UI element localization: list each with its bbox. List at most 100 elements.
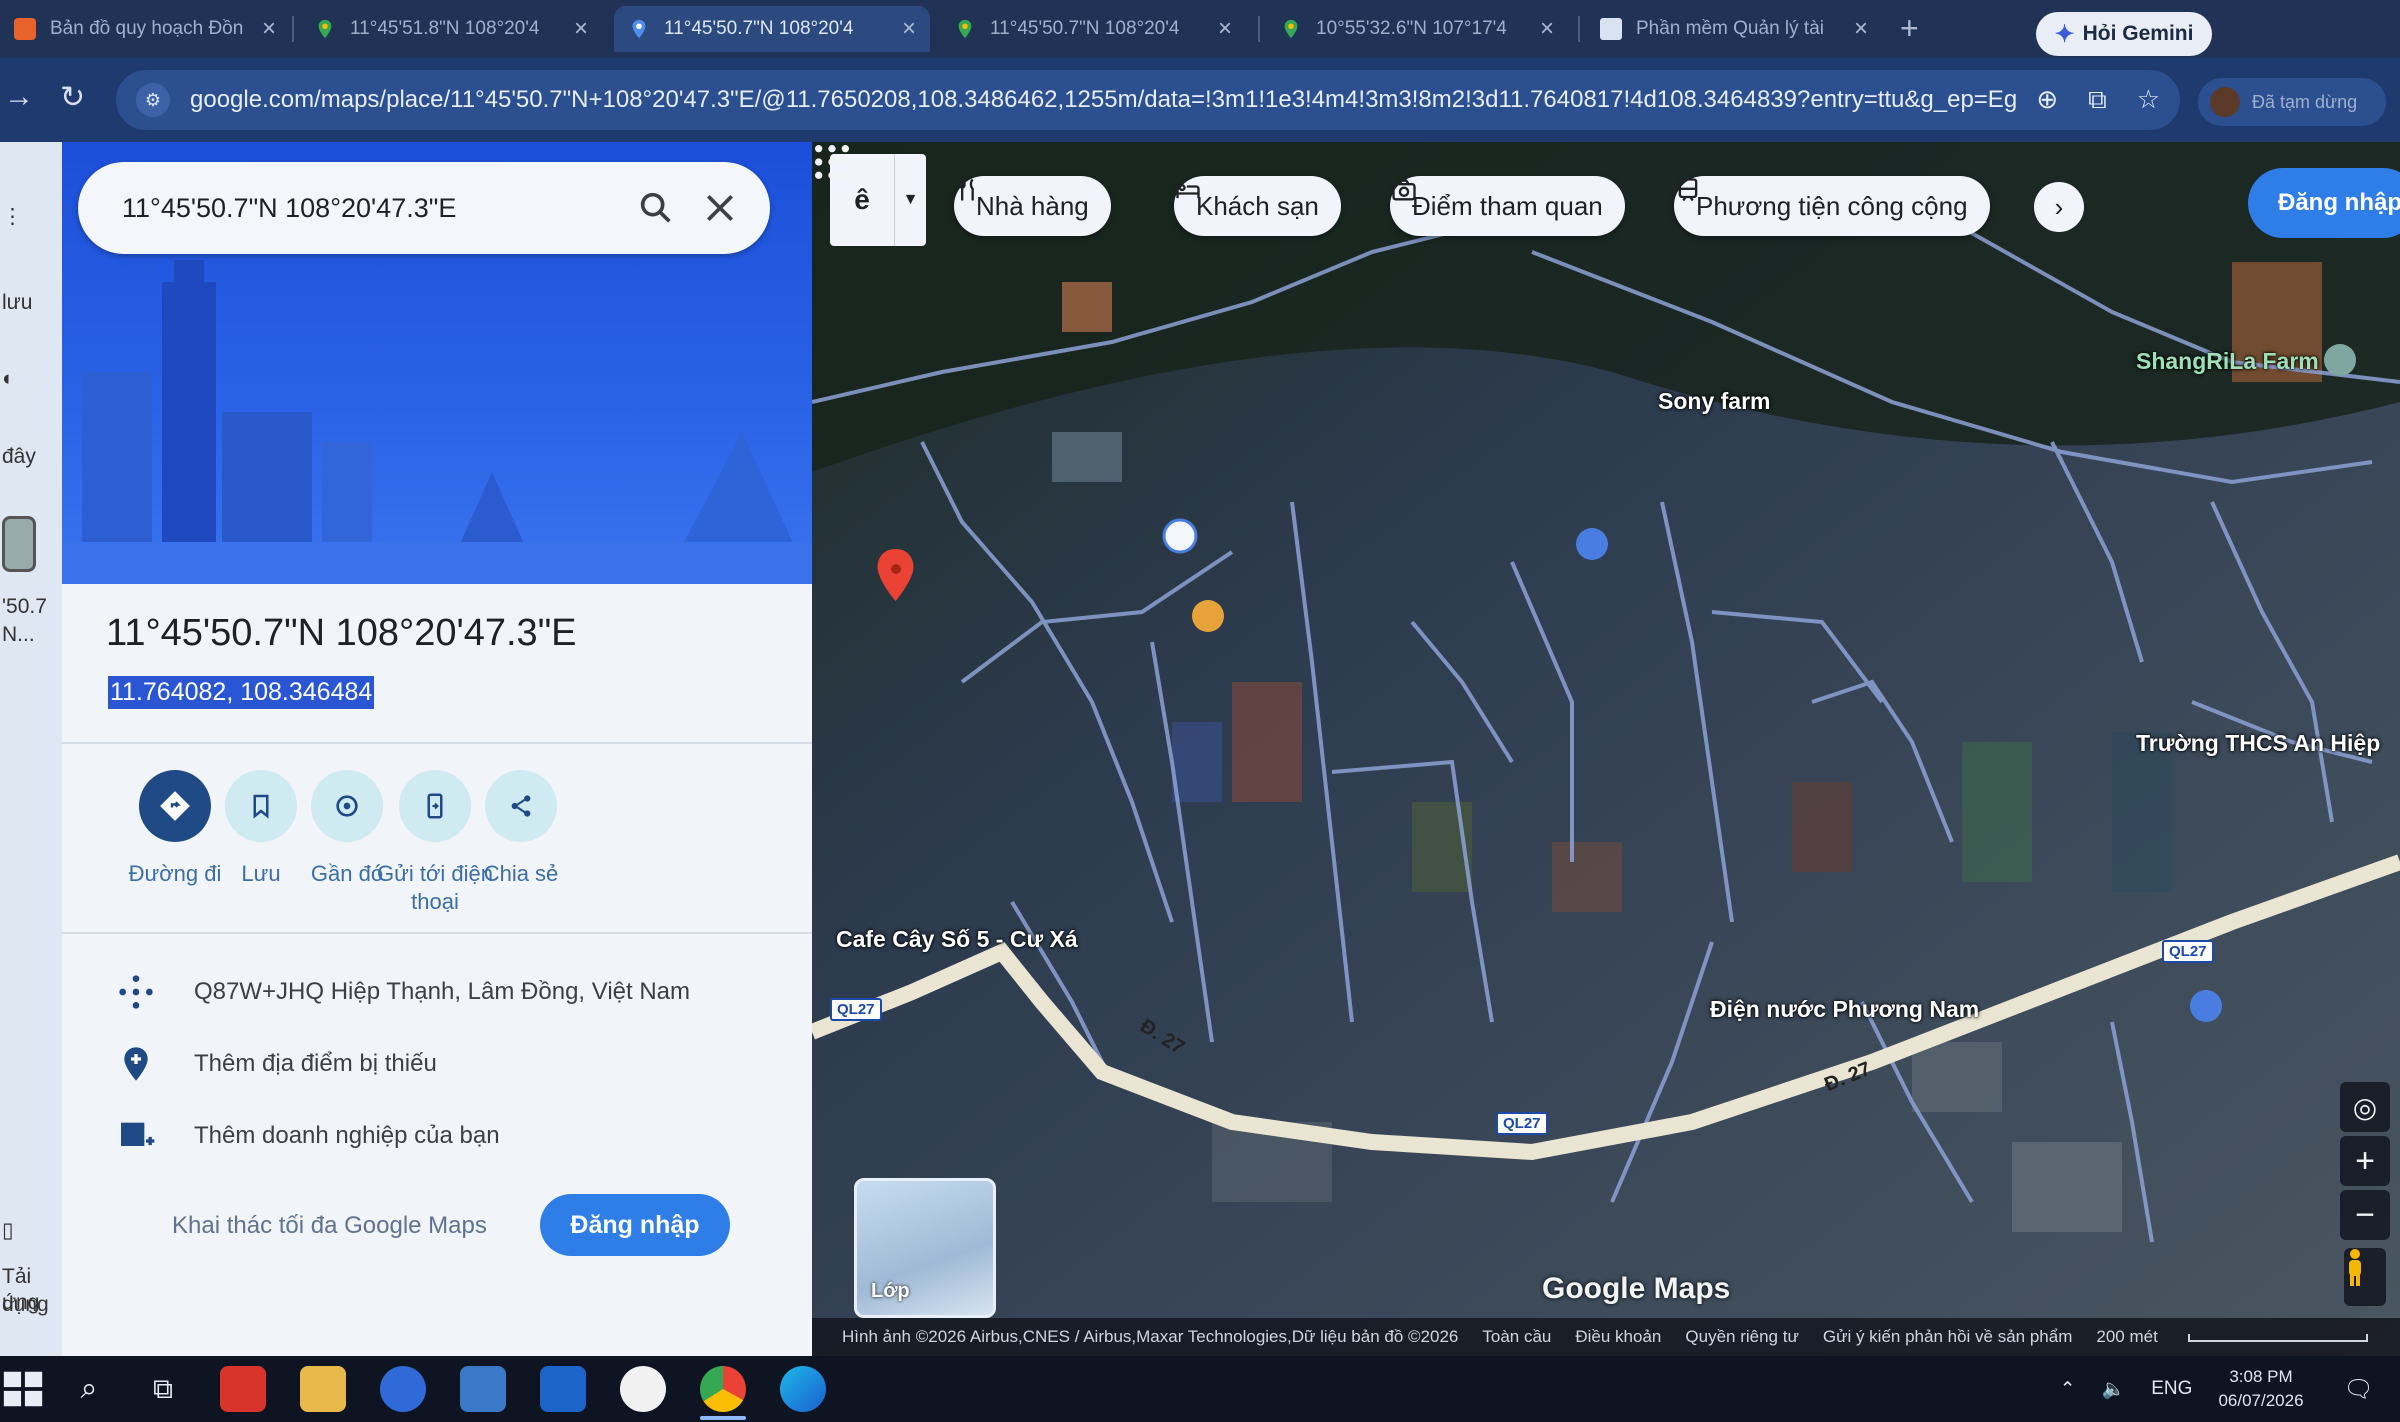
map-place-label[interactable]: Trường THCS An Hiệp	[2136, 730, 2380, 757]
browser-tab[interactable]: 10°55'32.6"N 107°17'4 ×	[1266, 6, 1568, 52]
satellite-map[interactable]: ê ▼ Nhà hàng Khách sạn Điểm tham quan Ph…	[812, 142, 2400, 1356]
chip-restaurants[interactable]: Nhà hàng	[954, 176, 1111, 236]
new-tab-button[interactable]: +	[1900, 10, 1919, 47]
browser-tab[interactable]: Phần mềm Quản lý tài ×	[1586, 6, 1882, 52]
close-icon[interactable]	[700, 188, 740, 228]
search-icon[interactable]	[636, 188, 676, 228]
google-apps-icon[interactable]	[812, 142, 852, 182]
install-app-icon[interactable]: ⧉	[2088, 84, 2107, 116]
chip-label: Khách sạn	[1196, 190, 1319, 221]
browser-tab[interactable]: Bản đồ quy hoạch Đồn ×	[0, 6, 290, 52]
chrome-icon[interactable]	[700, 1366, 746, 1412]
map-place-label[interactable]: Sony farm	[1658, 388, 1770, 415]
language-indicator[interactable]: ENG	[2151, 1378, 2192, 1400]
close-tab-icon[interactable]: ×	[892, 15, 916, 43]
mail-app-icon[interactable]	[460, 1366, 506, 1412]
rail-get-app-label-2: dụng	[2, 1293, 49, 1316]
browser-toolbar: → ↻ ⚙ google.com/maps/place/11°45'50.7"N…	[0, 58, 2400, 142]
search-icon[interactable]: ⌕	[66, 1366, 112, 1412]
outlook-icon[interactable]	[540, 1366, 586, 1412]
close-tab-icon[interactable]: ×	[1530, 15, 1554, 43]
profile-status: Đã tạm dừng	[2252, 91, 2358, 112]
close-tab-icon[interactable]: ×	[1844, 15, 1868, 43]
maps-favicon-icon	[958, 19, 972, 39]
site-settings-icon[interactable]: ⚙	[136, 83, 170, 117]
chip-transit[interactable]: Phương tiện công cộng	[1674, 176, 1990, 236]
tab-title: Phần mềm Quản lý tài	[1636, 18, 1824, 39]
add-business-icon	[121, 1122, 155, 1146]
tab-separator	[1578, 16, 1580, 42]
notification-icon[interactable]: 🗨	[2344, 1375, 2374, 1404]
map-sign-in-button[interactable]: Đăng nhập	[2248, 168, 2400, 238]
feedback-link[interactable]: Gửi ý kiến phản hồi về sản phẩm	[1823, 1327, 2073, 1347]
windows-start-icon[interactable]	[0, 1366, 46, 1412]
gemini-label: Hỏi Gemini	[2082, 22, 2194, 45]
profile-button[interactable]: Đã tạm dừng	[2198, 78, 2386, 126]
chevron-down-icon[interactable]: ▼	[894, 154, 926, 246]
chrome-profile-icon[interactable]	[620, 1366, 666, 1412]
global-link[interactable]: Toàn cầu	[1482, 1327, 1551, 1347]
rail-recent-label[interactable]: đây	[0, 444, 62, 470]
app-icon[interactable]	[380, 1366, 426, 1412]
task-view-icon[interactable]: ⧉	[140, 1366, 186, 1412]
divider	[62, 932, 812, 934]
highway-shield: QL27	[830, 998, 882, 1021]
search-bar[interactable]	[78, 162, 770, 254]
rail-history-icon[interactable]: ◐	[0, 366, 62, 392]
browser-tab[interactable]: 11°45'50.7"N 108°20'4 ×	[940, 6, 1246, 52]
transit-icon	[1678, 178, 1698, 202]
file-explorer-icon[interactable]	[300, 1366, 346, 1412]
maps-left-rail: ⋮ lưu đây ◐ '50.7 N... ▯ Tải ứng dụng	[0, 142, 62, 1356]
panel-sign-in-button[interactable]: Đăng nhập	[540, 1194, 730, 1256]
phone-icon[interactable]: ▯	[0, 1218, 62, 1244]
plus-code-icon	[119, 975, 153, 1009]
edge-icon[interactable]	[780, 1366, 826, 1412]
ask-gemini-button[interactable]: ✦ Hỏi Gemini	[2036, 12, 2212, 56]
add-missing-place-row[interactable]: Thêm địa điểm bị thiếu	[116, 1044, 437, 1084]
close-tab-icon[interactable]: ×	[1208, 15, 1232, 43]
terms-link[interactable]: Điều khoản	[1575, 1327, 1661, 1347]
share-button[interactable]: Chia sẻ	[446, 770, 596, 888]
address-bar[interactable]: ⚙ google.com/maps/place/11°45'50.7"N+108…	[116, 70, 2180, 130]
scale-label[interactable]: 200 mét	[2096, 1327, 2391, 1347]
chevron-up-icon[interactable]: ⌃	[2060, 1378, 2076, 1401]
avatar	[2210, 87, 2240, 117]
chip-attractions[interactable]: Điểm tham quan	[1390, 176, 1625, 236]
rail-recent-place-thumbnail[interactable]	[0, 516, 62, 580]
reload-icon[interactable]: ↻	[60, 80, 85, 115]
map-place-label[interactable]: ShangRiLa Farm	[2136, 348, 2319, 375]
add-business-row[interactable]: Thêm doanh nghiệp của bạn	[116, 1116, 500, 1156]
map-controls: ◎ + −	[2340, 1082, 2390, 1244]
close-tab-icon[interactable]: ×	[564, 15, 588, 43]
orange-site-icon	[14, 18, 36, 40]
rail-recent-place-label[interactable]: '50.7	[0, 594, 62, 620]
zoom-in-button[interactable]: +	[2340, 1136, 2390, 1186]
rail-saved-label[interactable]: lưu	[0, 290, 62, 316]
clock[interactable]: 3:08 PM 06/07/2026	[2218, 1365, 2303, 1413]
bookmark-star-icon[interactable]: ☆	[2137, 84, 2160, 116]
forward-arrow-icon[interactable]: →	[4, 80, 34, 114]
search-input[interactable]	[122, 192, 612, 224]
chevron-right-icon[interactable]: ›	[2034, 182, 2084, 232]
map-place-label[interactable]: Cafe Cây Số 5 - Cư Xá	[836, 926, 1078, 953]
place-side-panel: 11°45'50.7"N 108°20'47.3"E 11.764082, 10…	[62, 142, 812, 1356]
close-tab-icon[interactable]: ×	[252, 15, 276, 43]
map-place-label[interactable]: Điện nước Phương Nam	[1710, 996, 1979, 1023]
layers-toggle-button[interactable]: Lớp	[854, 1178, 996, 1318]
street-view-pegman-icon[interactable]	[2344, 1248, 2386, 1306]
pdf-app-icon[interactable]	[220, 1366, 266, 1412]
browser-tab[interactable]: 11°45'51.8"N 108°20'4 ×	[300, 6, 602, 52]
rail-menu-fragment-icon[interactable]: ⋮	[0, 204, 62, 230]
browser-tab-active[interactable]: 11°45'50.7"N 108°20'4 ×	[614, 6, 930, 52]
decimal-coordinates[interactable]: 11.764082, 108.346484	[108, 676, 375, 709]
sparkle-icon: ✦	[2054, 20, 2075, 48]
url-text[interactable]: google.com/maps/place/11°45'50.7"N+108°2…	[190, 86, 2016, 114]
plus-code-row[interactable]: Q87W+JHQ Hiệp Thạnh, Lâm Đồng, Việt Nam	[116, 972, 690, 1012]
zoom-out-button[interactable]: −	[2340, 1190, 2390, 1240]
my-location-icon[interactable]: ◎	[2340, 1082, 2390, 1132]
privacy-link[interactable]: Quyền riêng tư	[1685, 1327, 1798, 1347]
zoom-icon[interactable]: ⊕	[2036, 84, 2058, 116]
chip-hotels[interactable]: Khách sạn	[1174, 176, 1341, 236]
volume-icon[interactable]: 🔈	[2102, 1377, 2126, 1401]
google-maps-logo: Google Maps	[1542, 1272, 1731, 1305]
